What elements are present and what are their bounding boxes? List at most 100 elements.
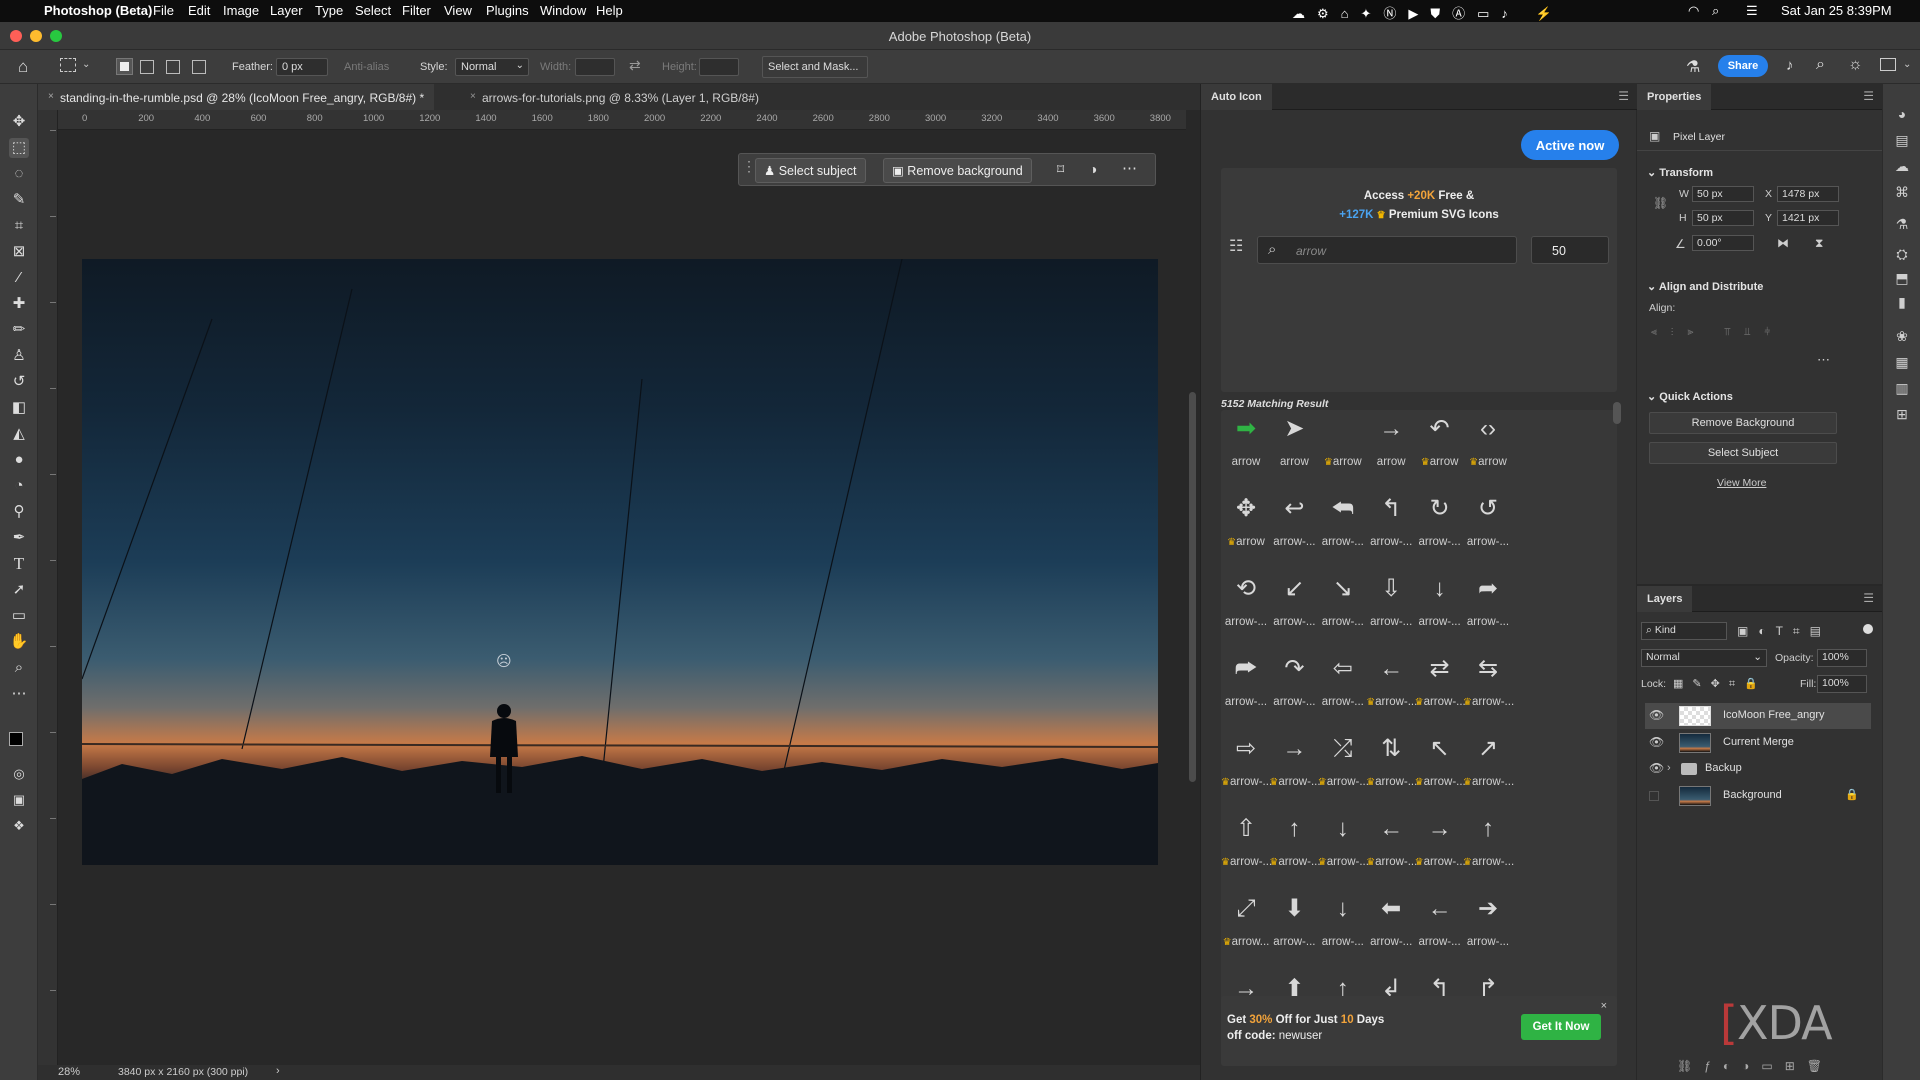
chevron-down-icon[interactable]: ⌄ (1903, 59, 1911, 70)
icon-result-7[interactable]: ✥ ♛arrow (1221, 494, 1271, 564)
eraser-tool-icon[interactable]: ◧ (9, 398, 29, 418)
select-and-mask-button[interactable]: Select and Mask... (762, 56, 868, 78)
menu-plugins[interactable]: Plugins (486, 3, 529, 18)
status-tray-icons[interactable]: ☁⚙⌂✦Ⓝ▶⛊Ⓐ▭♪ ⚡ (1292, 3, 1564, 22)
layer-kind-filter[interactable]: ⌕ Kind (1641, 622, 1727, 640)
icon-result-2[interactable]: ➤ arrow (1269, 414, 1319, 484)
panel-menu-icon[interactable]: ☰ (1863, 89, 1874, 103)
zoom-level[interactable]: 28% (58, 1066, 80, 1078)
history-brush-tool-icon[interactable]: ↺ (9, 372, 29, 392)
icon-result-14[interactable]: ↙ arrow-... (1269, 574, 1319, 644)
transform-section[interactable]: ⌄ Transform (1647, 166, 1713, 179)
grid-panel-icon[interactable]: ⊞ (1892, 406, 1912, 426)
icon-result-11[interactable]: ↻ arrow-... (1415, 494, 1465, 564)
brush-panel-icon[interactable]: ❀ (1892, 328, 1912, 348)
frame-tool-icon[interactable]: ⊠ (9, 242, 29, 262)
beaker-panel-icon[interactable]: ⚗ (1892, 216, 1912, 236)
menu-window[interactable]: Window (540, 3, 586, 18)
y-field[interactable]: 1421 px (1777, 210, 1839, 226)
comments-panel-icon[interactable]: ▮ (1892, 294, 1912, 314)
tab-arrows-for-tutorials[interactable]: × arrows-for-tutorials.png @ 8.33% (Laye… (460, 84, 769, 110)
clone-stamp-tool-icon[interactable]: ♙ (9, 346, 29, 366)
paths-panel-icon[interactable]: ⌘ (1892, 184, 1912, 204)
bell-icon[interactable]: ♪ (1786, 57, 1794, 74)
icon-result-25[interactable]: ⇨ ♛arrow-... (1221, 734, 1272, 804)
auto-icon-tab[interactable]: Auto Icon (1201, 84, 1272, 110)
angry-face-icon[interactable]: ☹ (496, 652, 512, 670)
clock[interactable]: Sat Jan 25 8:39PM (1781, 3, 1892, 18)
eye-icon[interactable]: 👁 (1649, 735, 1664, 749)
menu-select[interactable]: Select (355, 3, 391, 18)
height-input[interactable] (699, 58, 739, 76)
table-panel-icon[interactable]: ▦ (1892, 354, 1912, 374)
path-select-tool-icon[interactable]: ➚ (9, 580, 29, 600)
filter-settings-icon[interactable]: ☷ (1229, 236, 1243, 256)
fill-field[interactable]: 100% (1817, 675, 1867, 693)
quick-actions-section[interactable]: ⌄ Quick Actions (1647, 390, 1733, 403)
swap-dimensions-icon[interactable]: ⇄ (629, 57, 641, 74)
opacity-field[interactable]: 100% (1817, 649, 1867, 667)
layer-filter-icons[interactable]: ▣◐T⌗▤ (1737, 624, 1831, 639)
width-input[interactable] (575, 58, 615, 76)
icon-result-6[interactable]: ‹› ♛arrow (1463, 414, 1513, 484)
intersect-selection-button[interactable] (192, 60, 206, 74)
select-subject-action-button[interactable]: Select Subject (1649, 442, 1837, 464)
quick-mask-icon[interactable]: ◎ (9, 764, 29, 784)
libraries-panel-icon[interactable]: ☁ (1892, 158, 1912, 178)
icon-result-32[interactable]: ↑ ♛arrow-... (1269, 814, 1320, 884)
icon-result-3[interactable]: ♛arrow (1318, 414, 1368, 484)
icon-result-22[interactable]: ← ♛arrow-... (1366, 654, 1417, 724)
icon-result-26[interactable]: → ♛arrow-... (1269, 734, 1320, 804)
color-panel-icon[interactable]: ◕ (1892, 106, 1912, 126)
anti-alias-checkbox[interactable]: Anti-alias (344, 61, 389, 73)
transform-icon[interactable]: ⌑ (1057, 161, 1064, 178)
icon-search-input[interactable]: ⌕ arrow (1257, 236, 1517, 264)
plugin-panel-icon[interactable]: ⬒ (1892, 270, 1912, 290)
icon-result-28[interactable]: ⇅ ♛arrow-... (1366, 734, 1417, 804)
flip-horizontal-icon[interactable]: ⧓ (1777, 236, 1789, 250)
icon-result-36[interactable]: ↑ ♛arrow-... (1463, 814, 1514, 884)
close-banner-icon[interactable]: × (1601, 1000, 1607, 1012)
layers-tab[interactable]: Layers (1637, 586, 1693, 612)
icon-result-19[interactable]: ⮫ arrow-... (1221, 654, 1271, 724)
home-icon[interactable]: ⌂ (18, 57, 28, 77)
brush-tool-icon[interactable]: ✏ (9, 320, 29, 340)
view-more-link[interactable]: View More (1717, 477, 1766, 489)
x-field[interactable]: 1478 px (1777, 186, 1839, 202)
panel-menu-icon[interactable]: ☰ (1863, 591, 1874, 605)
contrast-icon[interactable]: ◑ (1089, 161, 1097, 177)
select-subject-button[interactable]: ♟ Select subject (755, 158, 866, 183)
app-name-menu[interactable]: Photoshop (Beta) (44, 3, 152, 18)
dodge-tool-icon[interactable]: ◔ (9, 476, 29, 496)
icon-result-41[interactable]: ← arrow-... (1415, 894, 1465, 964)
remove-background-action-button[interactable]: Remove Background (1649, 412, 1837, 434)
icon-result-39[interactable]: ↓ arrow-... (1318, 894, 1368, 964)
eye-icon[interactable]: 👁 (1649, 761, 1664, 775)
icon-result-17[interactable]: ↓ arrow-... (1415, 574, 1465, 644)
icon-result-31[interactable]: ⇧ ♛arrow-... (1221, 814, 1272, 884)
document-canvas-image[interactable]: ☹ (82, 259, 1158, 865)
chevron-down-icon[interactable]: ⌄ (82, 59, 90, 70)
icon-result-12[interactable]: ↺ arrow-... (1463, 494, 1513, 564)
search-icon[interactable]: ⌕ (1816, 56, 1825, 74)
icon-result-23[interactable]: ⇄ ♛arrow-... (1415, 654, 1466, 724)
beaker-icon[interactable]: ⚗ (1686, 57, 1700, 77)
paint-bucket-tool-icon[interactable]: ◭ (9, 424, 29, 444)
icon-result-9[interactable]: ⮪ arrow-... (1318, 494, 1368, 564)
icon-result-29[interactable]: ↖ ♛arrow-... (1415, 734, 1466, 804)
layer-row-icomoon[interactable]: 👁 IcoMoon Free_angry (1645, 703, 1871, 729)
get-it-now-button[interactable]: Get It Now (1521, 1014, 1601, 1040)
subtract-selection-button[interactable] (166, 60, 180, 74)
close-tab-icon[interactable]: × (470, 91, 476, 102)
spotlight-icon[interactable]: ⌕ (1712, 3, 1719, 19)
menu-file[interactable]: File (153, 3, 174, 18)
pen-tool-icon[interactable]: ✒ (9, 528, 29, 548)
chevron-right-icon[interactable]: › (1667, 762, 1671, 774)
lasso-tool-icon[interactable]: ◌ (9, 164, 29, 184)
healing-brush-tool-icon[interactable]: ✚ (9, 294, 29, 314)
workspace-icon[interactable] (1880, 58, 1896, 71)
chevron-right-icon[interactable]: › (276, 1065, 280, 1077)
screen-mode-icon[interactable]: ▣ (9, 790, 29, 810)
align-section[interactable]: ⌄ Align and Distribute (1647, 280, 1763, 293)
menu-layer[interactable]: Layer (270, 3, 303, 18)
